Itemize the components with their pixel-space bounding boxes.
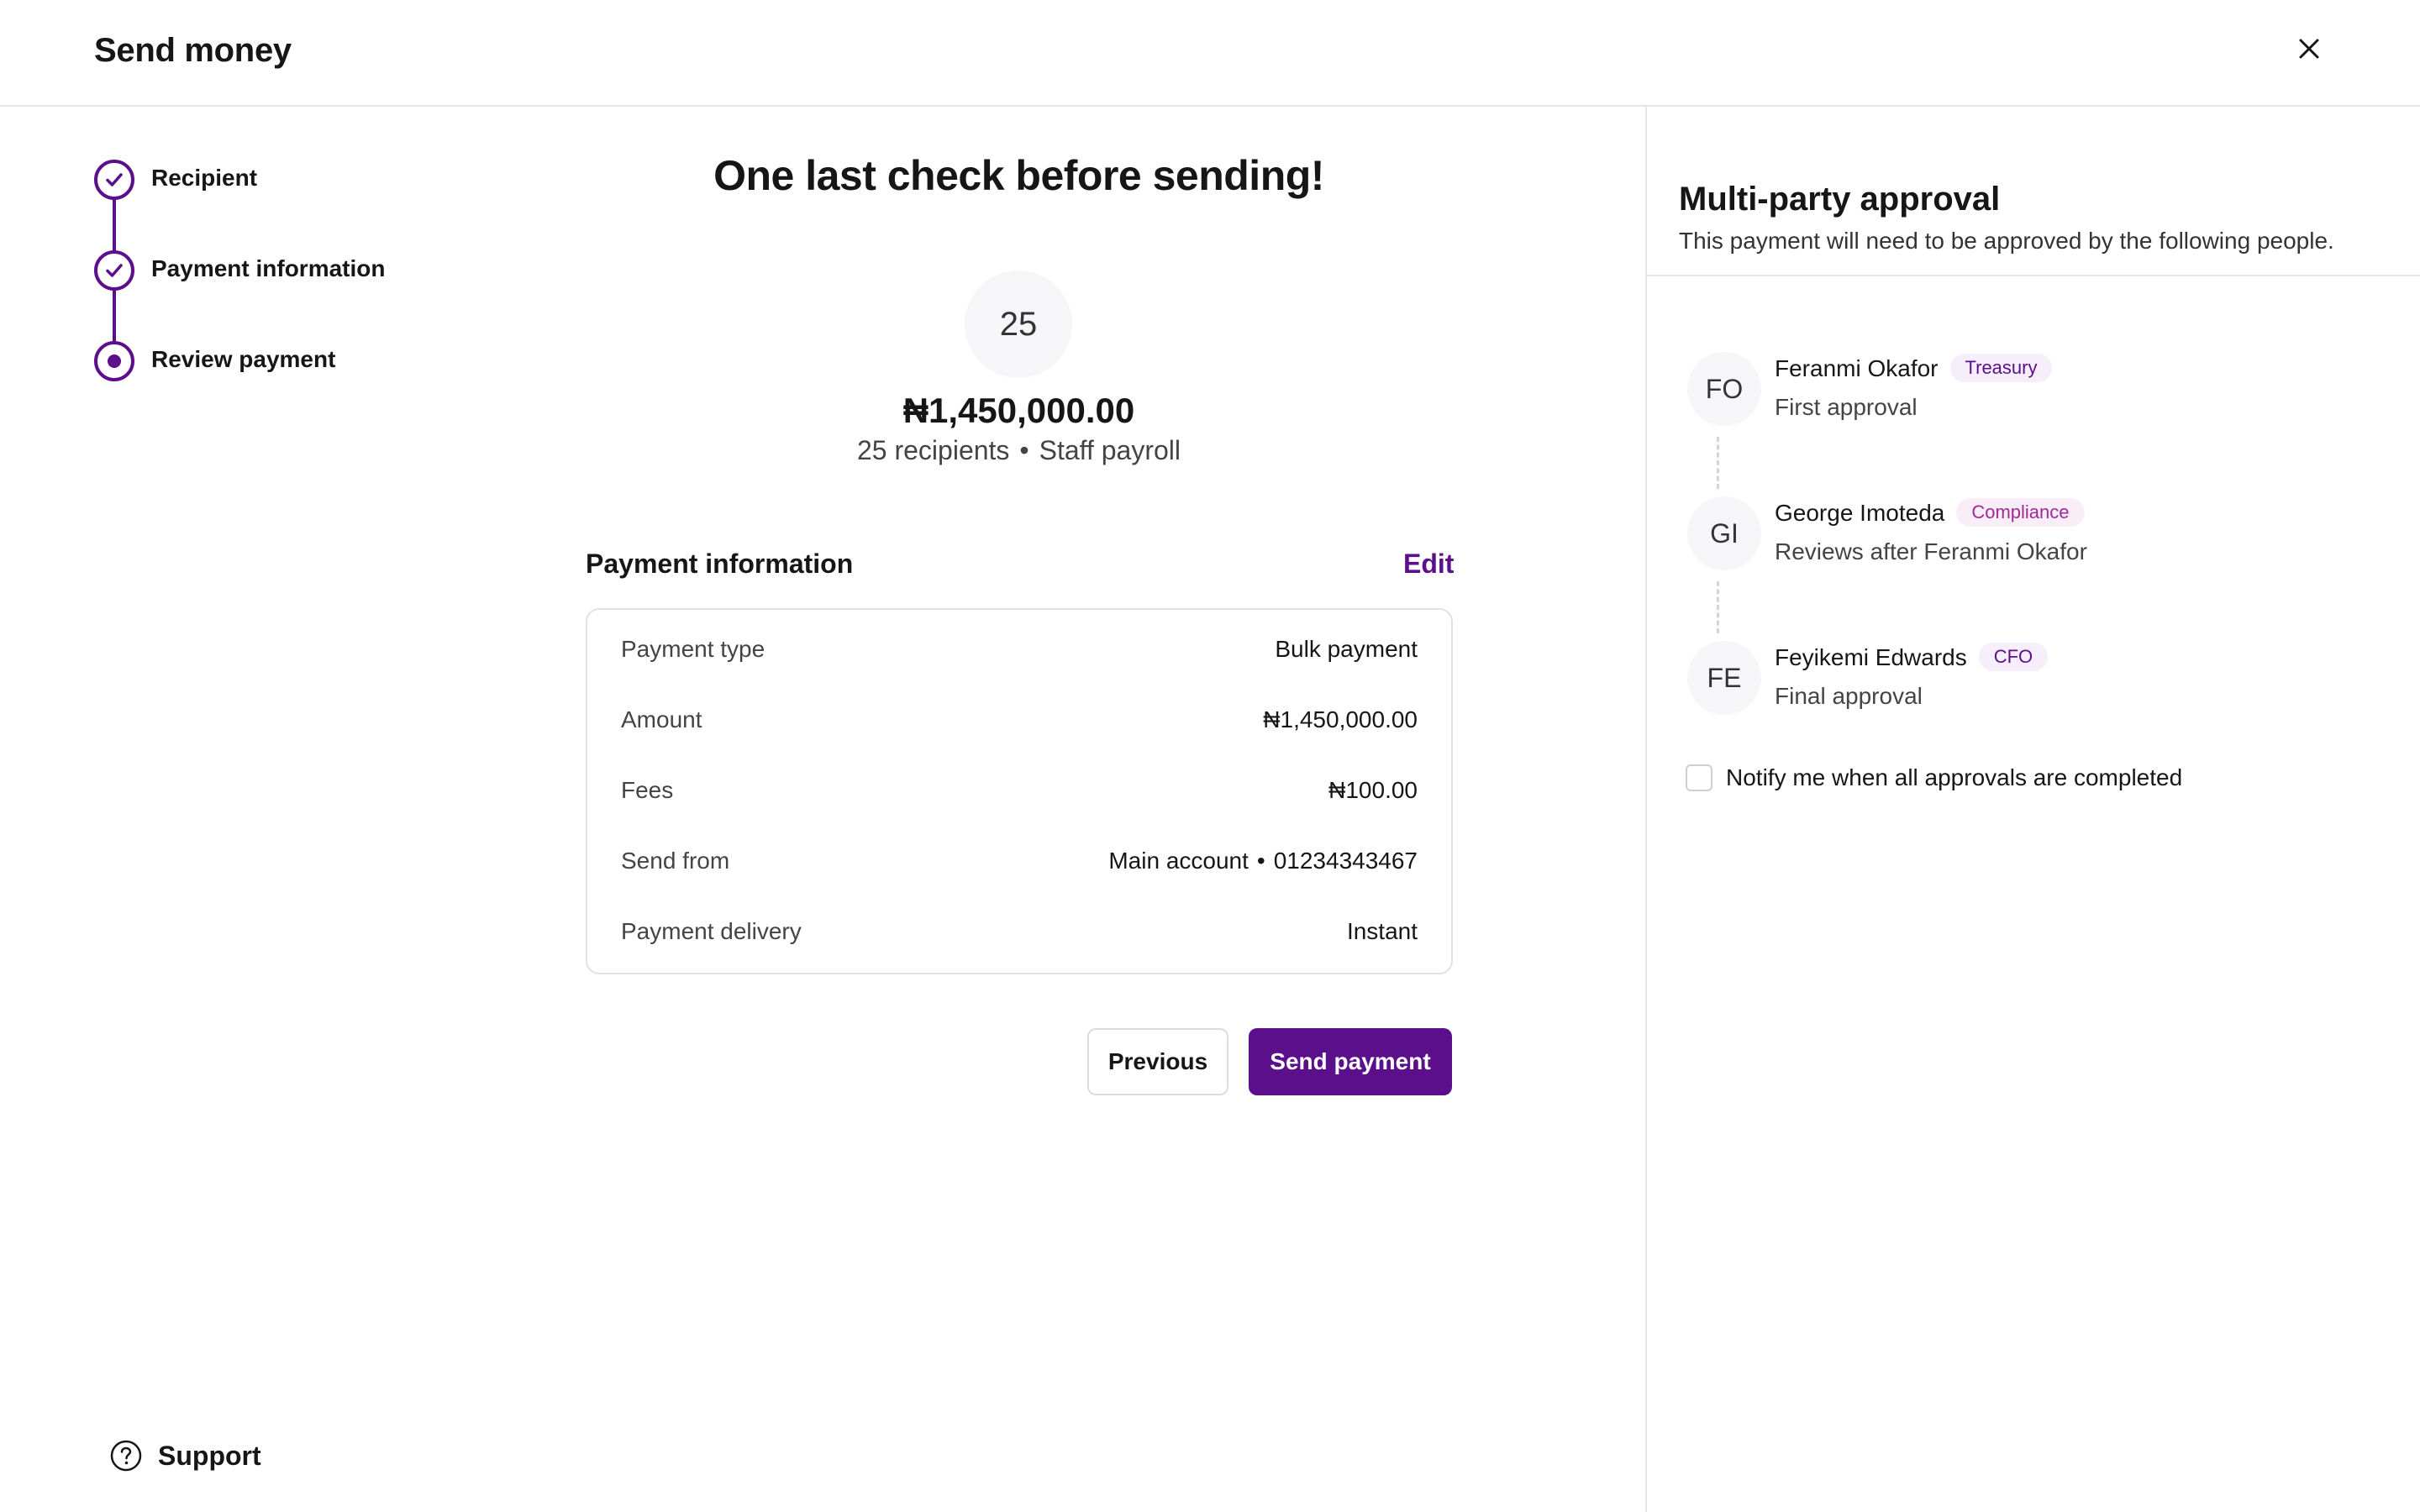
detail-label: Payment type: [621, 636, 765, 662]
notify-checkbox[interactable]: [1686, 764, 1712, 791]
notify-label: Notify me when all approvals are complet…: [1726, 764, 2183, 790]
approval-connector: [1717, 437, 1719, 489]
total-amount: ₦1,450,000.00: [902, 391, 1135, 430]
approver-name: Feyikemi Edwards: [1775, 644, 1967, 670]
approver-item: GI George Imoteda Compliance Reviews afte…: [1687, 496, 2410, 580]
detail-value: Bulk payment: [1275, 636, 1418, 662]
detail-value: ₦100.00: [1328, 777, 1418, 803]
approval-title: Multi-party approval: [1679, 181, 2001, 218]
recipient-count-avatar: 25: [965, 270, 1072, 378]
step-label: Review payment: [151, 346, 336, 372]
approval-connector: [1717, 581, 1719, 633]
modal-header: Send money: [0, 0, 2420, 107]
approver-name: George Imoteda: [1775, 500, 1945, 526]
close-button[interactable]: [2292, 32, 2326, 66]
payment-description: Staff payroll: [1039, 435, 1181, 465]
approval-panel: Multi-party approval This payment will n…: [1645, 107, 2420, 1512]
avatar: FO: [1687, 352, 1761, 426]
close-icon: [2299, 39, 2319, 59]
detail-label: Payment delivery: [621, 918, 802, 944]
page-title: Send money: [94, 32, 292, 69]
edit-link[interactable]: Edit: [1403, 549, 1454, 580]
step-connector: [113, 198, 116, 252]
step-completed-indicator: [94, 160, 134, 200]
account-name: Main account: [1108, 848, 1249, 874]
support-label: Support: [158, 1440, 261, 1471]
avatar: FE: [1687, 641, 1761, 715]
detail-value: Instant: [1346, 918, 1418, 944]
notify-checkbox-row[interactable]: Notify me when all approvals are complet…: [1686, 764, 2182, 791]
avatar: GI: [1687, 496, 1761, 570]
support-link[interactable]: Support: [109, 1436, 261, 1475]
approver-note: Reviews after Feranmi Okafor: [1775, 538, 2087, 564]
approver-name: Feranmi Okafor: [1775, 355, 1939, 381]
detail-row: Send from Main account • 01234343467: [621, 848, 1418, 881]
approver-name-line: Feyikemi Edwards CFO: [1775, 643, 2049, 671]
detail-row: Amount ₦1,450,000.00: [621, 706, 1418, 740]
step-current-indicator: [94, 341, 134, 381]
detail-row: Payment type Bulk payment: [621, 636, 1418, 669]
detail-label: Send from: [621, 848, 730, 874]
approver-item: FE Feyikemi Edwards CFO Final approval: [1687, 641, 2410, 725]
separator-dot: •: [1019, 435, 1029, 465]
check-icon: [106, 264, 123, 277]
send-payment-button[interactable]: Send payment: [1249, 1028, 1452, 1095]
detail-label: Fees: [621, 777, 674, 803]
check-icon: [106, 173, 123, 186]
recipients-text: 25 recipients: [856, 435, 1010, 465]
account-number: 01234343467: [1273, 848, 1418, 874]
detail-value: Main account • 01234343467: [1108, 848, 1418, 874]
approval-panel-header: Multi-party approval This payment will n…: [1647, 107, 2420, 276]
detail-row: Payment delivery Instant: [621, 918, 1418, 952]
summary-subline: 25 recipients • Staff payroll: [513, 435, 1525, 466]
approver-item: FO Feranmi Okafor Treasury First approval: [1687, 352, 2410, 436]
approver-name-line: Feranmi Okafor Treasury: [1775, 354, 2053, 382]
detail-row: Fees ₦100.00: [621, 777, 1418, 811]
previous-button[interactable]: Previous: [1087, 1028, 1228, 1095]
approver-name-line: George Imoteda Compliance: [1775, 498, 2085, 527]
detail-value: ₦1,450,000.00: [1263, 706, 1418, 732]
detail-label: Amount: [621, 706, 702, 732]
role-badge: Treasury: [1949, 354, 2053, 382]
help-circle-icon: [110, 1440, 142, 1472]
step-recipient[interactable]: Recipient: [94, 160, 514, 202]
payment-information-heading: Payment information: [586, 549, 854, 579]
review-heading: One last check before sending!: [713, 152, 1324, 199]
step-connector: [113, 289, 116, 343]
role-badge: Compliance: [1956, 498, 2085, 527]
step-payment-information[interactable]: Payment information: [94, 250, 514, 292]
step-completed-indicator: [94, 250, 134, 291]
payment-details-card: Payment type Bulk payment Amount ₦1,450,…: [586, 608, 1453, 974]
approval-subtitle: This payment will need to be approved by…: [1679, 228, 2334, 254]
approver-note: Final approval: [1775, 683, 1923, 709]
step-review-payment[interactable]: Review payment: [94, 341, 514, 383]
approver-note: First approval: [1775, 394, 1918, 420]
current-dot-icon: [108, 354, 121, 368]
role-badge: CFO: [1978, 643, 2049, 671]
separator-dot: •: [1256, 848, 1265, 874]
step-label: Payment information: [151, 255, 386, 281]
step-label: Recipient: [151, 165, 258, 191]
